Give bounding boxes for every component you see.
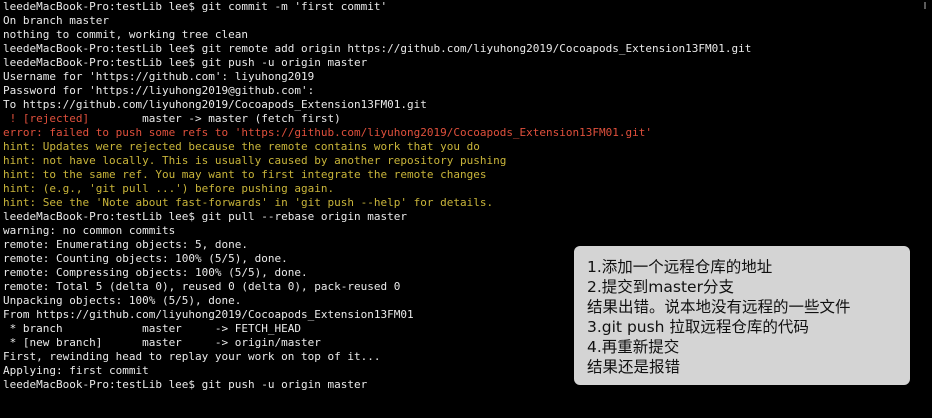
terminal-line: leedeMacBook-Pro:testLib lee$ git pull -… (3, 210, 932, 224)
terminal-line-text: error: failed to push some refs to 'http… (3, 126, 653, 139)
terminal-line-text: * [new branch] master -> origin/master (3, 336, 321, 349)
terminal-line-text: Applying: first commit (3, 364, 149, 377)
terminal-line: hint: Updates were rejected because the … (3, 140, 932, 154)
terminal-line: leedeMacBook-Pro:testLib lee$ git push -… (3, 56, 932, 70)
terminal-line-text: remote: Compressing objects: 100% (5/5),… (3, 266, 308, 279)
terminal-line: leedeMacBook-Pro:testLib lee$ git remote… (3, 42, 932, 56)
terminal-line-text: On branch master (3, 14, 109, 27)
note-line: 结果还是报错 (587, 358, 681, 376)
terminal-line-text: leedeMacBook-Pro:testLib lee$ git commit… (3, 0, 388, 13)
terminal-line-text: nothing to commit, working tree clean (3, 28, 249, 41)
terminal-line: warning: no common commits (3, 224, 932, 238)
terminal-line-text: master -> master (fetch first) (89, 112, 341, 125)
terminal-line-text: hint: (e.g., 'git pull ...') before push… (3, 182, 335, 195)
terminal-line-text: From https://github.com/liyuhong2019/Coc… (3, 308, 414, 321)
terminal-line-text: remote: Counting objects: 100% (5/5), do… (3, 252, 288, 265)
terminal-line-text: hint: not have locally. This is usually … (3, 154, 507, 167)
terminal-line: ! [rejected] master -> master (fetch fir… (3, 112, 932, 126)
terminal-line-text: hint: to the same ref. You may want to f… (3, 168, 487, 181)
terminal-line: To https://github.com/liyuhong2019/Cocoa… (3, 98, 932, 112)
terminal-line-text: warning: no common commits (3, 224, 176, 237)
note-line: 3.git push 拉取远程仓库的代码 (587, 318, 809, 336)
terminal-line-text: Unpacking objects: 100% (5/5), done. (3, 294, 242, 307)
terminal-line-text: leedeMacBook-Pro:testLib lee$ git push -… (3, 378, 368, 391)
note-line: 4.再重新提交 (587, 338, 680, 356)
terminal-line-text: hint: Updates were rejected because the … (3, 140, 480, 153)
terminal-window[interactable]: leedeMacBook-Pro:testLib lee$ git commit… (0, 0, 932, 418)
terminal-line: Username for 'https://github.com': liyuh… (3, 70, 932, 84)
scrollbar[interactable] (924, 2, 926, 9)
note-line: 结果出错。说本地没有远程的一些文件 (587, 298, 851, 316)
terminal-line-text: leedeMacBook-Pro:testLib lee$ git remote… (3, 42, 752, 55)
terminal-line: hint: (e.g., 'git pull ...') before push… (3, 182, 932, 196)
terminal-line: nothing to commit, working tree clean (3, 28, 932, 42)
terminal-line-text: ! [rejected] (3, 112, 90, 125)
terminal-line: hint: not have locally. This is usually … (3, 154, 932, 168)
terminal-line-text: leedeMacBook-Pro:testLib lee$ git push -… (3, 56, 368, 69)
terminal-line-text: hint: See the 'Note about fast-forwards'… (3, 196, 494, 209)
terminal-line: Password for 'https://liyuhong2019@githu… (3, 84, 932, 98)
terminal-line: error: failed to push some refs to 'http… (3, 126, 932, 140)
terminal-line-text: To https://github.com/liyuhong2019/Cocoa… (3, 98, 427, 111)
terminal-line-text: remote: Enumerating objects: 5, done. (3, 238, 249, 251)
annotation-note: 1.添加一个远程仓库的地址 2.提交到master分支 结果出错。说本地没有远程… (574, 246, 910, 385)
cursor-line (3, 392, 932, 406)
terminal-line-text: remote: Total 5 (delta 0), reused 0 (del… (3, 280, 401, 293)
terminal-line: On branch master (3, 14, 932, 28)
note-line: 2.提交到master分支 (587, 278, 734, 296)
terminal-line-text: First, rewinding head to replay your wor… (3, 350, 381, 363)
terminal-line: hint: to the same ref. You may want to f… (3, 168, 932, 182)
terminal-line-text: * branch master -> FETCH_HEAD (3, 322, 302, 335)
terminal-line: hint: See the 'Note about fast-forwards'… (3, 196, 932, 210)
note-line: 1.添加一个远程仓库的地址 (587, 258, 773, 276)
terminal-line-text: Password for 'https://liyuhong2019@githu… (3, 84, 315, 97)
terminal-line-text: Username for 'https://github.com': liyuh… (3, 70, 315, 83)
terminal-line: leedeMacBook-Pro:testLib lee$ git commit… (3, 0, 932, 14)
terminal-line-text: leedeMacBook-Pro:testLib lee$ git pull -… (3, 210, 407, 223)
